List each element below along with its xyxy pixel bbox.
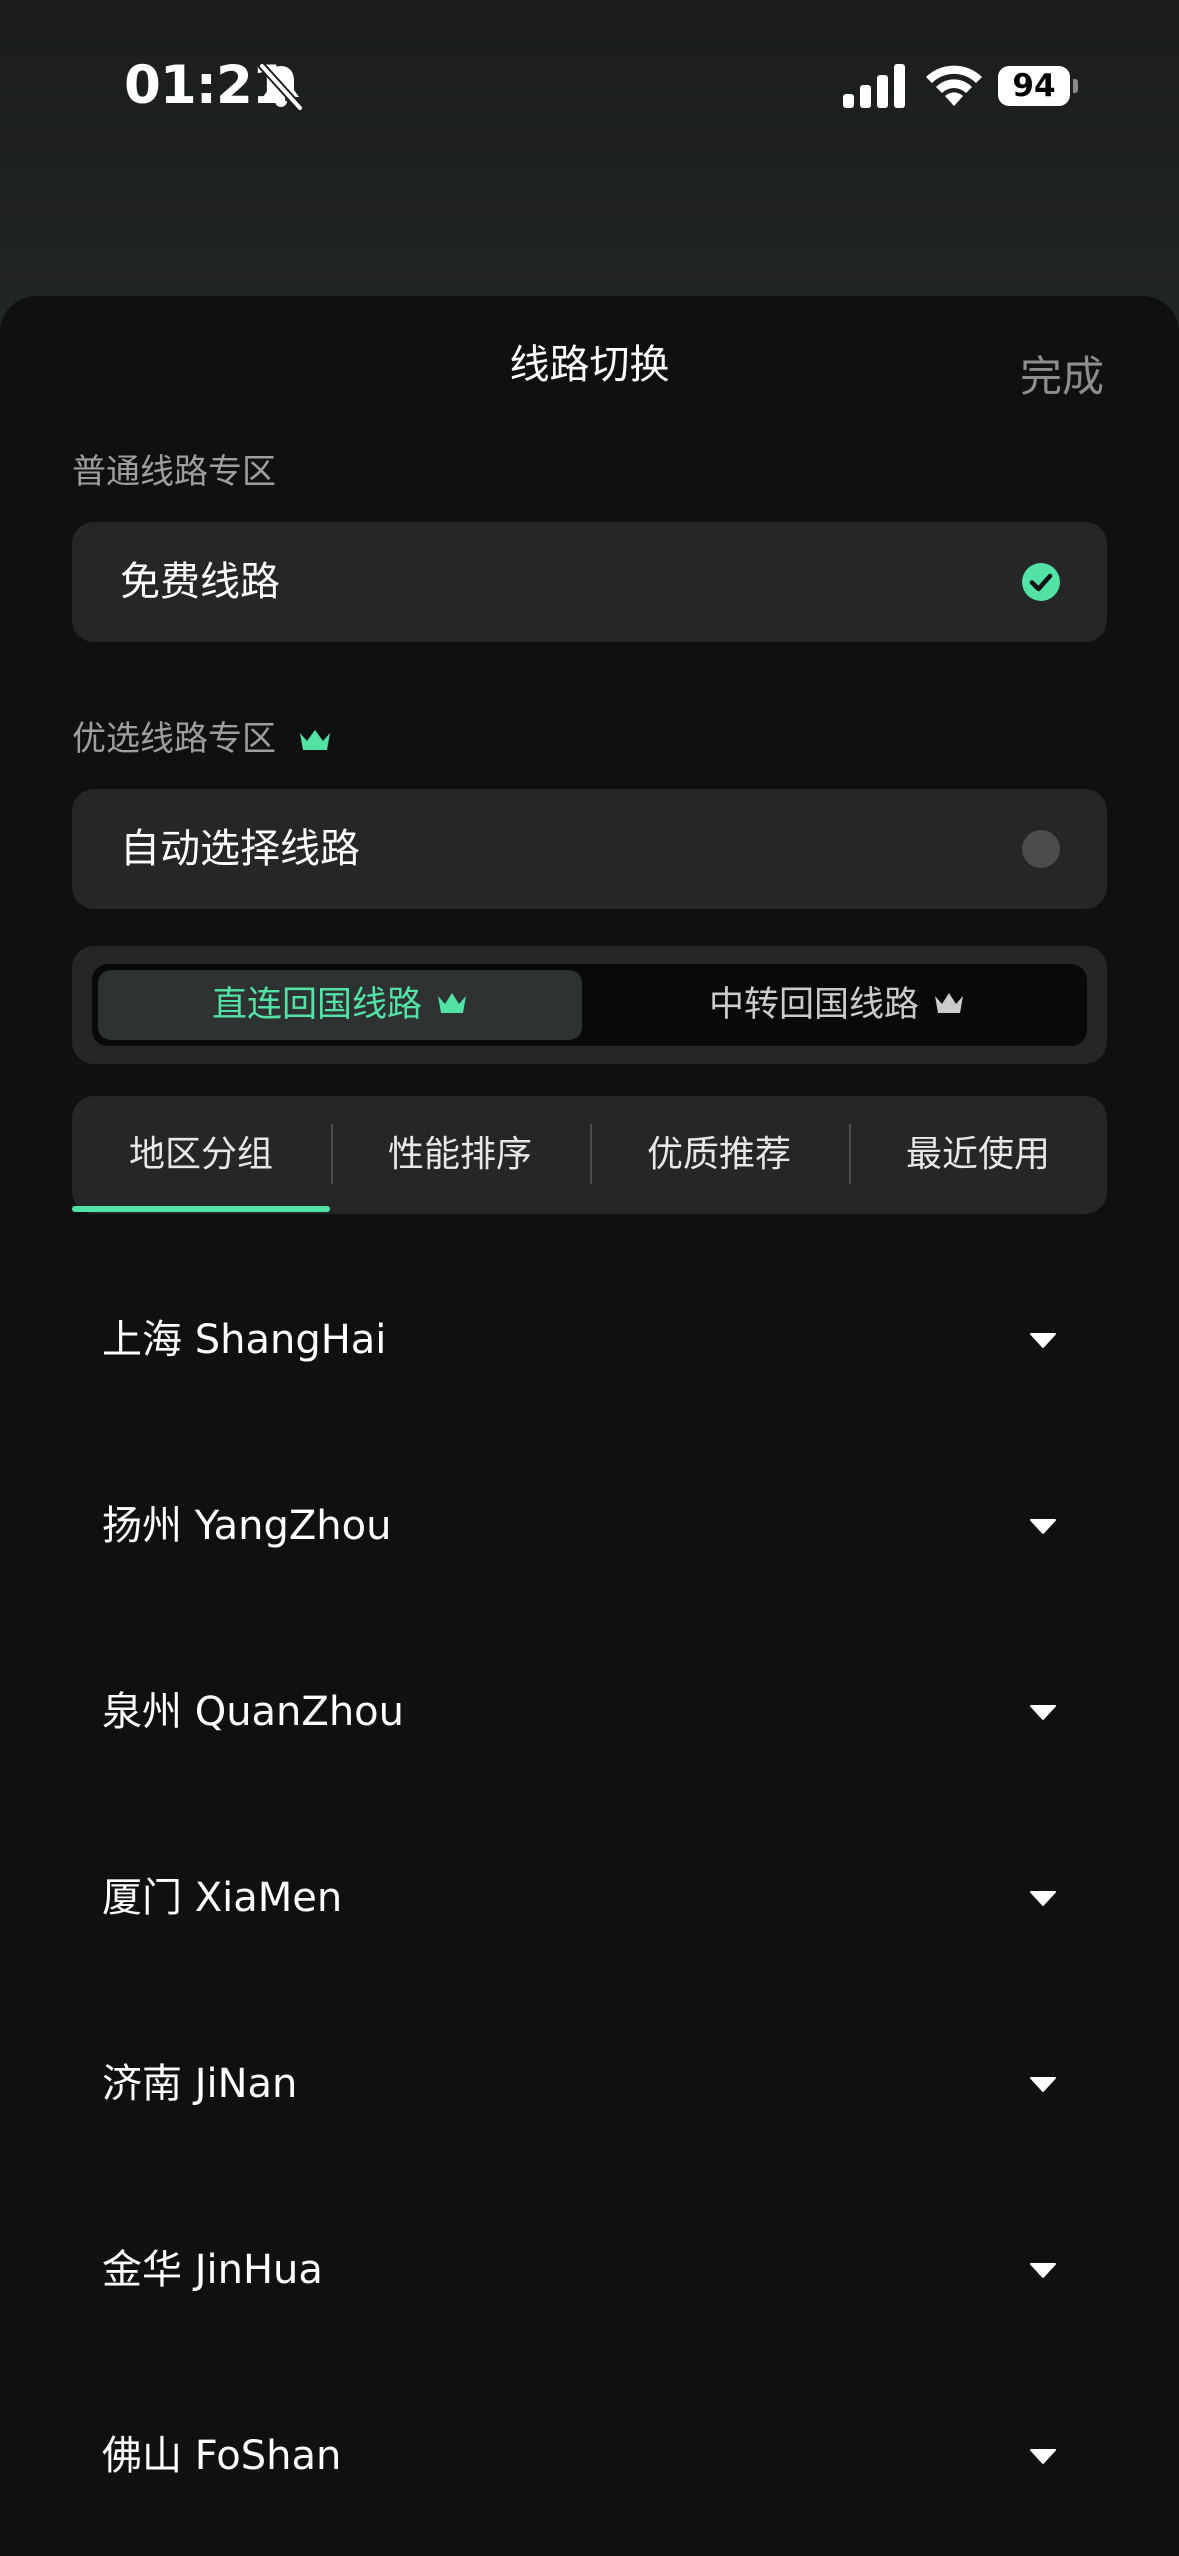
segment-relay-route[interactable]: 中转回国线路 — [592, 964, 1082, 1046]
region-row-jinhua[interactable]: 金华 JinHua — [72, 2195, 1107, 2345]
chevron-down-icon — [1030, 1705, 1056, 1720]
region-name: 厦门 XiaMen — [102, 1875, 343, 1921]
chevron-down-icon — [1030, 2449, 1056, 2464]
bell-slash-icon — [258, 62, 304, 112]
route-type-segmented-control: 直连回国线路 中转回国线路 — [72, 946, 1107, 1064]
region-row-xiamen[interactable]: 厦门 XiaMen — [72, 1823, 1107, 1973]
region-name: 金华 JinHua — [102, 2247, 323, 2293]
region-row-yangzhou[interactable]: 扬州 YangZhou — [72, 1451, 1107, 1601]
free-route-option[interactable]: 免费线路 — [72, 522, 1107, 642]
check-circle-icon — [1022, 563, 1060, 601]
tab-quality-recommend[interactable]: 优质推荐 — [590, 1096, 848, 1214]
chevron-down-icon — [1030, 2263, 1056, 2278]
region-row-foshan[interactable]: 佛山 FoShan — [72, 2381, 1107, 2531]
tab-region-group[interactable]: 地区分组 — [72, 1096, 330, 1214]
wifi-icon — [926, 65, 982, 106]
chevron-down-icon — [1030, 1891, 1056, 1906]
crown-icon — [935, 993, 963, 1013]
done-button[interactable]: 完成 — [1020, 352, 1104, 402]
region-row-jinan[interactable]: 济南 JiNan — [72, 2009, 1107, 2159]
battery-level: 94 — [998, 66, 1070, 106]
cellular-signal-icon — [843, 64, 905, 108]
filter-tabs: 地区分组 性能排序 优质推荐 最近使用 — [72, 1096, 1107, 1214]
chevron-down-icon — [1030, 1519, 1056, 1534]
radio-unselected — [1022, 830, 1060, 868]
segmented-track: 直连回国线路 中转回国线路 — [92, 964, 1087, 1046]
segment-direct-route[interactable]: 直连回国线路 — [98, 964, 582, 1046]
status-bar: 01:21 94 — [0, 0, 1179, 175]
normal-section-label: 普通线路专区 — [72, 452, 276, 492]
active-tab-indicator — [72, 1206, 330, 1212]
segment-direct-label: 直连回国线路 — [211, 985, 422, 1025]
region-row-shanghai[interactable]: 上海 ShangHai — [72, 1265, 1107, 1415]
segment-relay-label: 中转回国线路 — [708, 985, 919, 1025]
auto-route-label: 自动选择线路 — [120, 826, 360, 872]
region-name: 佛山 FoShan — [102, 2433, 342, 2479]
region-row-quanzhou[interactable]: 泉州 QuanZhou — [72, 1637, 1107, 1787]
battery-indicator: 94 — [998, 66, 1080, 106]
region-name: 济南 JiNan — [102, 2061, 298, 2107]
premium-section-label: 优选线路专区 — [72, 719, 276, 759]
region-name: 上海 ShangHai — [102, 1317, 387, 1363]
sheet-title: 线路切换 — [509, 342, 670, 388]
battery-tip — [1073, 79, 1078, 93]
chevron-down-icon — [1030, 1333, 1056, 1348]
tab-performance-sort[interactable]: 性能排序 — [331, 1096, 589, 1214]
tab-recently-used[interactable]: 最近使用 — [849, 1096, 1107, 1214]
crown-icon — [300, 730, 330, 750]
auto-route-option[interactable]: 自动选择线路 — [72, 789, 1107, 909]
crown-icon — [438, 993, 466, 1013]
region-name: 扬州 YangZhou — [102, 1503, 392, 1549]
region-name: 泉州 QuanZhou — [102, 1689, 404, 1735]
chevron-down-icon — [1030, 2077, 1056, 2092]
free-route-label: 免费线路 — [120, 559, 280, 605]
